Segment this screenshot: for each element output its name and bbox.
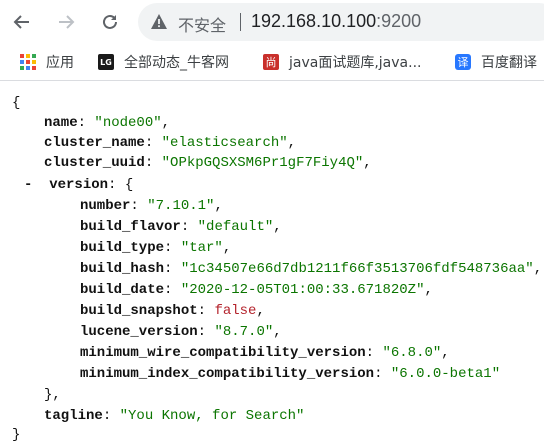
not-secure-label[interactable]: 不安全 xyxy=(178,12,226,36)
json-row-build-flavor: build_flavor: "default", xyxy=(80,219,282,235)
bookmark-nowcoder[interactable]: LG 全部动态_牛客网 xyxy=(98,52,229,72)
url-text[interactable]: 192.168.10.100:9200 xyxy=(251,11,421,32)
json-value: "6.0.0-beta1" xyxy=(390,366,501,382)
json-value: "default" xyxy=(197,219,274,235)
json-row-build-type: build_type: "tar", xyxy=(80,240,232,256)
bookmark-label: 全部动态_牛客网 xyxy=(124,55,229,71)
json-row-version: - version: { xyxy=(24,177,134,193)
back-button[interactable] xyxy=(6,6,38,38)
json-key: minimum_index_compatibility_version xyxy=(80,366,375,382)
bookmarks-bar: 应用 LG 全部动态_牛客网 尚 java面试题库,java... 译 百度翻译 xyxy=(0,44,544,81)
json-key: build_type xyxy=(80,240,165,256)
json-value: "2020-12-05T01:00:33.671820Z" xyxy=(180,282,425,298)
warning-triangle-icon[interactable] xyxy=(150,13,168,30)
baidu-translate-icon: 译 xyxy=(455,54,471,70)
json-row-name: name: "node00", xyxy=(44,115,171,131)
json-row-cluster-uuid: cluster_uuid: "OPkpGQSXSM6Pr1gF7Fiy4Q", xyxy=(44,155,372,171)
reload-button[interactable] xyxy=(94,6,126,38)
apps-grid-icon xyxy=(20,54,36,70)
shang-icon-text: 尚 xyxy=(265,56,277,69)
json-row-min-wire-compat: minimum_wire_compatibility_version: "6.8… xyxy=(80,345,450,361)
json-value: false xyxy=(214,303,257,319)
json-key: tagline xyxy=(44,408,103,424)
json-key: build_hash xyxy=(80,261,165,277)
browser-toolbar: 不安全 192.168.10.100:9200 xyxy=(0,0,544,44)
json-key: number xyxy=(80,198,131,214)
json-value: "1c34507e66d7db1211f66f3513706fdf548736a… xyxy=(180,261,534,277)
json-value: "tar" xyxy=(180,240,223,256)
reload-icon xyxy=(103,14,117,29)
url-port: :9200 xyxy=(376,11,422,31)
json-row-build-snapshot: build_snapshot: false, xyxy=(80,303,265,319)
json-key: lucene_version xyxy=(80,324,198,340)
json-key: minimum_wire_compatibility_version xyxy=(80,345,366,361)
bookmark-label: java面试题库,java... xyxy=(289,55,422,71)
forward-button[interactable] xyxy=(50,6,82,38)
bookmark-apps[interactable]: 应用 xyxy=(20,52,74,72)
bookmark-label: 百度翻译 xyxy=(481,55,537,71)
json-key: cluster_name xyxy=(44,135,145,151)
json-value: "elasticsearch" xyxy=(161,135,288,151)
nowcoder-icon-text: LG xyxy=(100,57,112,67)
json-key: version xyxy=(49,177,109,193)
json-key: build_date xyxy=(80,282,165,298)
nowcoder-icon: LG xyxy=(98,54,114,70)
json-value: "OPkpGQSXSM6Pr1gF7Fiy4Q" xyxy=(161,155,364,171)
json-value: "7.10.1" xyxy=(147,198,215,214)
url-host: 192.168.10.100 xyxy=(251,11,377,31)
json-value: "You Know, for Search" xyxy=(119,408,305,424)
bookmark-label: 应用 xyxy=(46,55,74,71)
json-key: build_snapshot xyxy=(80,303,198,319)
omnibox-separator xyxy=(240,13,241,31)
json-row-cluster-name: cluster_name: "elasticsearch", xyxy=(44,135,297,151)
version-close-brace: }, xyxy=(44,387,61,403)
json-value: "8.7.0" xyxy=(214,324,274,340)
json-key: name xyxy=(44,115,78,131)
arrow-left-icon xyxy=(13,15,29,29)
address-bar[interactable]: 不安全 192.168.10.100:9200 xyxy=(138,3,544,41)
json-row-number: number: "7.10.1", xyxy=(80,198,223,214)
bookmark-baidu-translate[interactable]: 译 百度翻译 xyxy=(455,52,537,72)
arrow-right-icon xyxy=(59,15,75,29)
root-close-brace: } xyxy=(12,427,21,443)
bookmark-java-questions[interactable]: 尚 java面试题库,java... xyxy=(263,52,421,72)
json-key: cluster_uuid xyxy=(44,155,145,171)
shang-icon: 尚 xyxy=(263,54,279,70)
json-row-tagline: tagline: "You Know, for Search" xyxy=(44,408,305,424)
json-value: "6.8.0" xyxy=(382,345,442,361)
root-open-brace: { xyxy=(12,95,21,111)
json-value: "node00" xyxy=(94,115,162,131)
json-key: build_flavor xyxy=(80,219,181,235)
json-viewer: { name: "node00", cluster_name: "elastic… xyxy=(0,81,544,447)
json-row-lucene-version: lucene_version: "8.7.0", xyxy=(80,324,282,340)
baidu-translate-icon-text: 译 xyxy=(457,56,469,69)
json-row-min-index-compat: minimum_index_compatibility_version: "6.… xyxy=(80,366,501,382)
json-row-build-hash: build_hash: "1c34507e66d7db1211f66f35137… xyxy=(80,261,543,277)
json-row-build-date: build_date: "2020-12-05T01:00:33.671820Z… xyxy=(80,282,433,298)
